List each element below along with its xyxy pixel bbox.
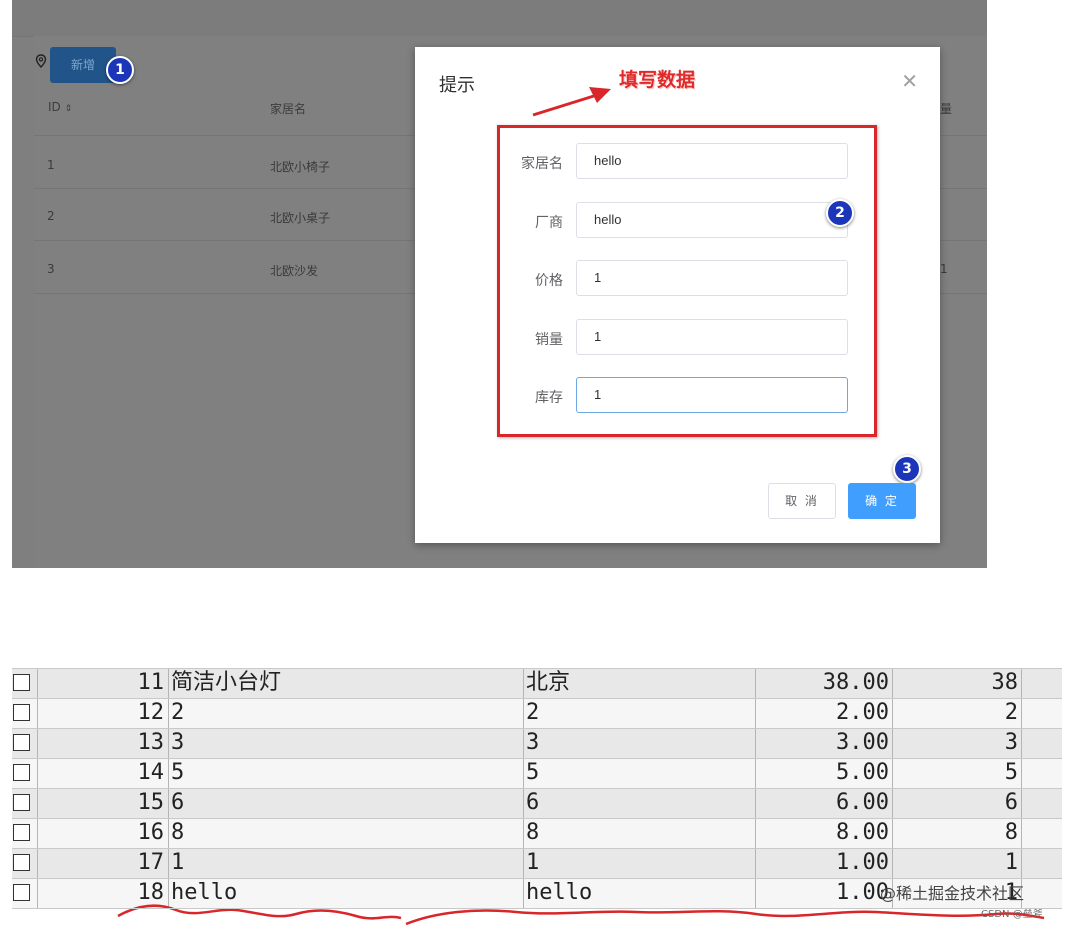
row-checkbox[interactable] [13, 764, 30, 781]
row-checkbox[interactable] [13, 704, 30, 721]
confirm-button[interactable]: 确 定 [848, 483, 916, 519]
cell-sales[interactable]: 5 [894, 758, 1018, 788]
cell-maker[interactable]: 8 [526, 818, 751, 848]
grid-row-line [12, 848, 1062, 849]
cell-maker[interactable]: 2 [526, 698, 751, 728]
cell-id[interactable]: 15 [38, 788, 165, 818]
row-checkbox[interactable] [13, 884, 30, 901]
table-row[interactable]: 15 6 6 6.00 6 [12, 788, 1062, 818]
sort-icon[interactable]: ⇕ [65, 104, 73, 114]
cell-sales[interactable]: 3 [894, 728, 1018, 758]
cell-price[interactable]: 6.00 [757, 788, 889, 818]
top-bar [12, 0, 987, 37]
grid-row-line [12, 698, 1062, 699]
step-badge-2: 2 [826, 199, 854, 227]
table-cell-partial: 1 [940, 262, 948, 276]
grid-row-line [12, 728, 1062, 729]
table-cell-name: 北欧小桌子 [270, 211, 331, 225]
column-header-partial: 量 [940, 102, 953, 116]
cell-id[interactable]: 11 [38, 668, 165, 698]
grid-row-line [12, 668, 1062, 669]
row-checkbox[interactable] [13, 794, 30, 811]
grid-row-line [12, 758, 1062, 759]
cell-name[interactable]: 6 [171, 788, 521, 818]
cell-name[interactable]: 2 [171, 698, 521, 728]
dialog-title: 提示 [439, 75, 475, 96]
annotation-label: 填写数据 [619, 69, 696, 91]
cell-price[interactable]: 5.00 [757, 758, 889, 788]
field-label-name: 家居名 [521, 156, 563, 172]
table-cell-name: 北欧小椅子 [270, 160, 331, 174]
field-label-price: 价格 [535, 273, 563, 289]
row-checkbox[interactable] [13, 674, 30, 691]
table-row[interactable]: 17 1 1 1.00 1 [12, 848, 1062, 878]
maker-input[interactable]: hello [576, 202, 848, 238]
cell-maker[interactable]: 北京 [526, 668, 751, 698]
field-label-stock: 库存 [535, 390, 563, 406]
cell-sales[interactable]: 6 [894, 788, 1018, 818]
grid-row-line [12, 788, 1062, 789]
cell-price[interactable]: 1.00 [757, 848, 889, 878]
cell-sales[interactable]: 8 [894, 818, 1018, 848]
cell-name[interactable]: 5 [171, 758, 521, 788]
table-row[interactable]: 11 简洁小台灯 北京 38.00 38 [12, 668, 1062, 698]
row-checkbox[interactable] [13, 854, 30, 871]
cell-id[interactable]: 13 [38, 728, 165, 758]
location-pin-icon [35, 54, 47, 68]
cell-maker[interactable]: 1 [526, 848, 751, 878]
table-cell-name: 北欧沙发 [270, 264, 319, 278]
annotation-arrow-icon [532, 87, 611, 117]
name-input[interactable]: hello [576, 143, 848, 179]
cell-price[interactable]: 2.00 [757, 698, 889, 728]
cancel-button[interactable]: 取 消 [768, 483, 836, 519]
cell-price[interactable]: 3.00 [757, 728, 889, 758]
cell-sales[interactable]: 38 [894, 668, 1019, 698]
field-label-sales: 销量 [535, 332, 563, 348]
cell-maker[interactable]: 5 [526, 758, 751, 788]
column-header-name: 家居名 [270, 102, 307, 116]
column-header-id[interactable]: ID ⇕ [48, 100, 72, 114]
grid-row-line [12, 878, 1062, 879]
dialog: 提示 ✕ 填写数据 家居名 hello 厂商 hello 价格 1 销量 1 库… [415, 47, 940, 543]
cell-price[interactable]: 38.00 [757, 668, 889, 698]
step-badge-3: 3 [893, 455, 921, 483]
cell-id[interactable]: 14 [38, 758, 165, 788]
stock-input[interactable]: 1 [576, 377, 848, 413]
cell-id[interactable]: 16 [38, 818, 165, 848]
table-row[interactable]: 14 5 5 5.00 5 [12, 758, 1062, 788]
field-label-maker: 厂商 [535, 215, 563, 231]
cell-id[interactable]: 12 [38, 698, 165, 728]
cell-name[interactable]: 3 [171, 728, 521, 758]
row-checkbox[interactable] [13, 824, 30, 841]
cell-sales[interactable]: 2 [894, 698, 1018, 728]
table-row[interactable]: 12 2 2 2.00 2 [12, 698, 1062, 728]
column-header-id-label: ID [48, 100, 61, 114]
cell-sales[interactable]: 1 [894, 848, 1018, 878]
table-cell-id: 2 [47, 209, 55, 223]
price-input[interactable]: 1 [576, 260, 848, 296]
cell-maker[interactable]: 3 [526, 728, 751, 758]
step-badge-1: 1 [106, 56, 134, 84]
table-cell-id: 1 [47, 158, 55, 172]
cell-price[interactable]: 8.00 [757, 818, 889, 848]
table-cell-id: 3 [47, 262, 55, 276]
cell-name[interactable]: 1 [171, 848, 521, 878]
table-row[interactable]: 13 3 3 3.00 3 [12, 728, 1062, 758]
sales-input[interactable]: 1 [576, 319, 848, 355]
row-checkbox[interactable] [13, 734, 30, 751]
grid-row-line [12, 908, 1062, 909]
cell-maker[interactable]: 6 [526, 788, 751, 818]
cell-id[interactable]: 17 [38, 848, 165, 878]
grid-row-line [12, 818, 1062, 819]
watermark: @稀土掘金技术社区 [880, 884, 1025, 903]
cell-name[interactable]: 简洁小台灯 [171, 668, 521, 698]
close-icon[interactable]: ✕ [901, 69, 918, 93]
cell-name[interactable]: 8 [171, 818, 521, 848]
table-row[interactable]: 16 8 8 8.00 8 [12, 818, 1062, 848]
